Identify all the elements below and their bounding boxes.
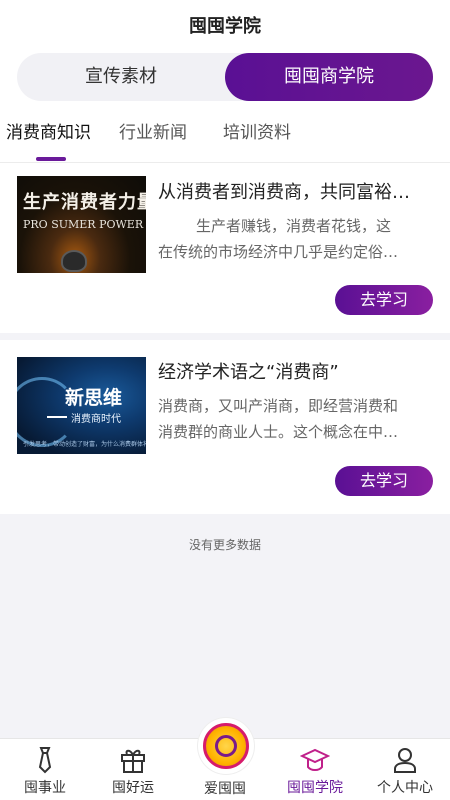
article-description: 生产者赚钱，消费者花钱，这 在传统的市场经济中几乎是约定俗… xyxy=(158,213,432,265)
coin-logo-inner xyxy=(215,735,237,757)
thumbnail-tiny-text: 引发思考，带动创造了财富，为什么消费群体将被颠覆 xyxy=(23,441,146,448)
tab-training-materials[interactable]: 培训资料 xyxy=(223,118,291,143)
article-title: 从消费者到消费商，共同富裕… xyxy=(158,182,410,203)
article-description: 消费商，又叫产消商，即经营消费和 消费群的商业人士。这个概念在中… xyxy=(158,393,432,445)
person-icon xyxy=(394,748,416,773)
thumbnail-sub-text: 消费商时代 xyxy=(71,414,121,425)
graduation-cap-icon xyxy=(300,748,330,771)
tab-consumer-knowledge[interactable]: 消费商知识 xyxy=(6,118,91,143)
nav-label: 囤囤学院 xyxy=(287,780,343,796)
nav-label: 囤事业 xyxy=(24,780,66,796)
segment-promo-materials[interactable]: 宣传素材 xyxy=(17,53,225,101)
thumbnail-main-text: 新思维 xyxy=(65,387,123,409)
lightbulb-icon xyxy=(61,250,87,272)
coin-logo-icon xyxy=(203,723,249,769)
nav-item-academy[interactable]: 囤囤学院 xyxy=(270,739,360,800)
desc-line: 消费商，又叫产消商，即经营消费和 xyxy=(158,397,399,415)
top-header-area: 囤囤学院 宣传素材 囤囤商学院 消费商知识 行业新闻 培训资料 xyxy=(0,0,450,162)
article-title: 经济学术语之“消费商” xyxy=(158,362,339,383)
page-title: 囤囤学院 xyxy=(189,16,261,37)
nav-item-business[interactable]: 囤事业 xyxy=(0,739,90,800)
tie-icon xyxy=(38,747,52,774)
article-thumbnail: 新思维 消费商时代 引发思考，带动创造了财富，为什么消费群体将被颠覆 xyxy=(17,357,146,454)
article-thumbnail: 生产消费者力量 PRO SUMER POWER xyxy=(17,176,146,273)
desc-line: 在传统的市场经济中几乎是约定俗… xyxy=(158,243,399,261)
active-tab-indicator xyxy=(36,157,66,161)
nav-item-profile[interactable]: 个人中心 xyxy=(360,739,450,800)
thumbnail-dash xyxy=(47,416,67,418)
thumbnail-sub-text: PRO SUMER POWER xyxy=(23,218,144,231)
desc-line: 消费群的商业人士。这个概念在中… xyxy=(158,423,399,441)
no-more-data-note: 没有更多数据 xyxy=(188,538,261,552)
gift-icon xyxy=(121,749,145,773)
desc-line: 生产者赚钱，消费者花钱，这 xyxy=(196,217,392,235)
article-card[interactable]: 新思维 消费商时代 引发思考，带动创造了财富，为什么消费群体将被颠覆 经济学术语… xyxy=(0,340,450,514)
nav-item-luck[interactable]: 囤好运 xyxy=(88,739,178,800)
nav-label: 囤好运 xyxy=(112,780,154,796)
learn-button[interactable]: 去学习 xyxy=(335,466,433,496)
segment-control: 宣传素材 囤囤商学院 xyxy=(17,53,433,101)
nav-label: 个人中心 xyxy=(377,780,433,796)
thumbnail-main-text: 生产消费者力量 xyxy=(23,192,146,213)
tab-industry-news[interactable]: 行业新闻 xyxy=(119,118,187,143)
category-tabs: 消费商知识 行业新闻 培训资料 xyxy=(0,118,450,162)
article-card[interactable]: 生产消费者力量 PRO SUMER POWER 从消费者到消费商，共同富裕… 生… xyxy=(0,163,450,333)
nav-item-love-tuntun[interactable] xyxy=(198,718,254,774)
learn-button[interactable]: 去学习 xyxy=(335,285,433,315)
segment-business-school[interactable]: 囤囤商学院 xyxy=(225,53,433,101)
nav-label: 爱囤囤 xyxy=(204,781,246,797)
